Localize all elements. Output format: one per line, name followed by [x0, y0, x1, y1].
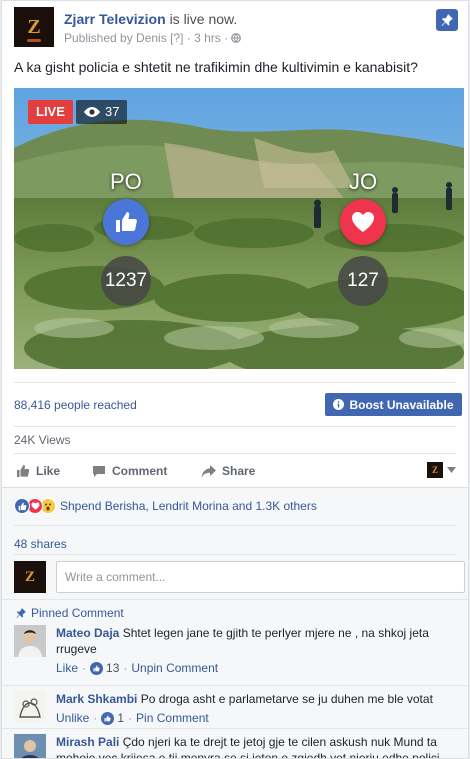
comment-author-link[interactable]: Mark Shkambi — [56, 692, 137, 706]
live-post-card: Z Zjarr Televizion is live now. Publishe… — [1, 0, 469, 759]
info-icon — [333, 399, 345, 410]
pinned-comment-label: Pinned Comment — [16, 606, 124, 620]
live-status-text: is live now. — [169, 11, 238, 27]
commenter-avatar[interactable] — [14, 625, 46, 657]
pin-icon — [441, 14, 453, 26]
post-header: Z Zjarr Televizion is live now. Publishe… — [14, 7, 458, 47]
like-count-icon — [101, 711, 115, 725]
post-as-selector[interactable]: Z — [427, 462, 456, 478]
like-outline-icon — [17, 465, 30, 477]
people-reached-link[interactable]: 88,416 people reached — [14, 398, 137, 412]
comment-author-link[interactable]: Mateo Daja — [56, 626, 119, 640]
comment-like-link[interactable]: Like — [56, 661, 78, 675]
comment-icon — [93, 465, 105, 477]
heart-icon — [352, 212, 374, 232]
eye-icon — [84, 107, 100, 117]
like-button[interactable]: Like — [16, 457, 60, 485]
post-meta: Published by Denis [?] · 3 hrs · — [64, 31, 242, 45]
comment-meta: Unlike · 1 · Pin Comment — [56, 711, 209, 725]
comment-item: Mateo Daja Shtet legen jane te gjith te … — [14, 625, 456, 677]
viewer-count: 37 — [76, 100, 128, 124]
comment-unlike-link[interactable]: Unlike — [56, 711, 89, 725]
published-by: Published by Denis — [64, 31, 167, 45]
vote-no-love-button — [340, 199, 386, 245]
comment-item: Mark Shkambi Po droga asht e parlametarv… — [14, 691, 456, 731]
commenter-avatar[interactable] — [14, 734, 46, 759]
comment-author-link[interactable]: Mirash Pali — [56, 735, 119, 749]
viewer-count-value: 37 — [105, 104, 120, 119]
thumbs-up-icon — [116, 212, 137, 232]
comment-button[interactable]: Comment — [92, 457, 167, 485]
page-mini-avatar: Z — [427, 462, 443, 478]
comment-item: Mirash Pali Çdo njeri ka te drejt te jet… — [14, 734, 456, 759]
page-avatar[interactable]: Z — [14, 7, 54, 47]
pin-post-button[interactable] — [436, 9, 458, 31]
like-count-icon — [90, 661, 104, 675]
comment-input[interactable] — [56, 561, 465, 593]
vote-yes-like-button — [103, 199, 149, 245]
comment-likes[interactable]: 1 — [101, 711, 124, 725]
post-title: Zjarr Televizion is live now. — [64, 11, 237, 27]
caret-down-icon — [447, 467, 456, 473]
comment-text: Po droga asht e parlametarve se ju duhen… — [140, 692, 433, 706]
shares-link[interactable]: 48 shares — [14, 537, 67, 551]
vote-no-label: JO — [349, 169, 378, 194]
comment-meta: Like · 13 · Unpin Comment — [56, 661, 219, 675]
composer-avatar: Z — [14, 561, 46, 593]
commenter-avatar[interactable] — [14, 691, 46, 723]
boost-label: Boost Unavailable — [349, 397, 454, 412]
unpin-comment-link[interactable]: Unpin Comment — [131, 661, 218, 675]
video-frame — [14, 88, 464, 369]
post-text: A ka gisht policia e shtetit ne trafikim… — [14, 59, 418, 75]
reactions-summary[interactable]: Shpend Berisha, Lendrit Morina and 1.3K … — [14, 498, 317, 514]
reactors-text[interactable]: Shpend Berisha, Lendrit Morina and 1.3K … — [60, 499, 317, 513]
vote-yes-count: 1237 — [101, 256, 151, 306]
page-name-link[interactable]: Zjarr Televizion — [64, 11, 166, 27]
published-time[interactable]: [?] · 3 hrs · — [170, 31, 228, 45]
like-reaction-icon — [14, 498, 30, 514]
live-badge: LIVE — [28, 100, 73, 124]
vote-no-count: 127 — [338, 256, 388, 306]
comment-likes[interactable]: 13 — [90, 661, 119, 675]
share-icon — [201, 464, 216, 477]
view-count: 24K Views — [14, 433, 71, 447]
boost-unavailable-button[interactable]: Boost Unavailable — [325, 393, 462, 416]
share-button[interactable]: Share — [201, 457, 255, 485]
post-actions: Like Comment Share Z — [14, 457, 456, 485]
pin-icon — [16, 608, 26, 618]
pin-comment-link[interactable]: Pin Comment — [136, 711, 209, 725]
live-video-player[interactable]: LIVE 37 PO 1237 JO 127 — [14, 88, 464, 369]
globe-icon — [231, 33, 242, 43]
vote-yes-label: PO — [110, 169, 142, 194]
